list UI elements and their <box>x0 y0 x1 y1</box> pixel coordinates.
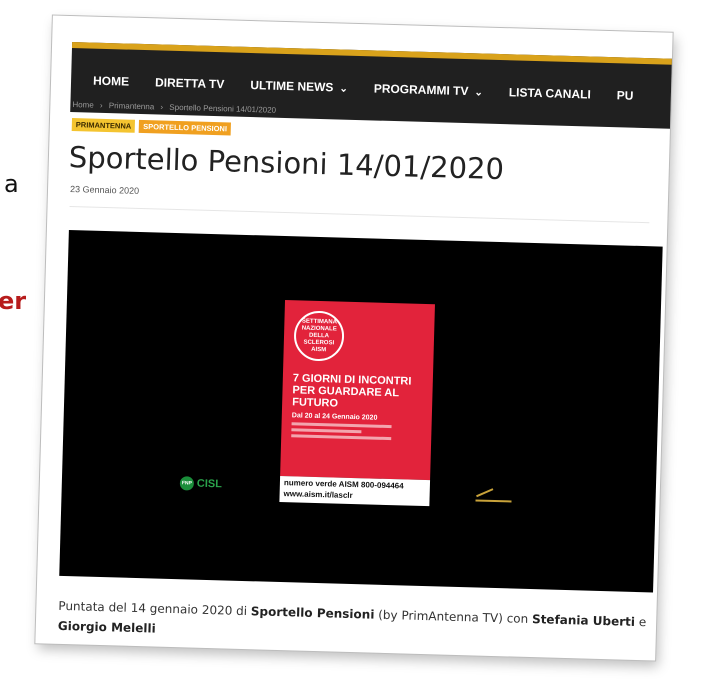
nav-programmi-tv[interactable]: PROGRAMMI TV ⌄ <box>374 81 483 98</box>
divider <box>69 206 650 224</box>
poster-text-line <box>291 428 362 434</box>
caption-text: (by PrimAntenna TV) con <box>374 607 533 627</box>
breadcrumb-home[interactable]: Home <box>72 100 94 110</box>
breadcrumb-separator: › <box>99 100 103 110</box>
article-caption: Puntata del 14 gennaio 2020 di Sportello… <box>58 596 649 652</box>
nav-lista-canali-label: LISTA CANALI <box>508 85 591 102</box>
nav-home[interactable]: HOME <box>93 74 129 89</box>
edge-text-fragment: a <box>4 170 19 198</box>
page-title: Sportello Pensioni 14/01/2020 <box>68 139 505 187</box>
nav-ultime-news-label: ULTIME NEWS <box>250 78 334 95</box>
cisl-logo: FNP CISL <box>179 476 223 491</box>
poster-badge-line: DELLA SCLEROSI <box>303 332 335 346</box>
caption-program-name: Sportello Pensioni <box>250 604 375 622</box>
poster-url: www.aism.it/lasclr <box>283 489 353 501</box>
category-tag-primantenna[interactable]: PRIMANTENNA <box>71 118 136 133</box>
chevron-down-icon: ⌄ <box>339 83 348 95</box>
nav-home-label: HOME <box>92 73 130 89</box>
category-tags: PRIMANTENNA SPORTELLO PENSIONI <box>71 118 232 136</box>
caption-host-name: Giorgio Melelli <box>57 618 156 636</box>
nav-diretta-tv[interactable]: DIRETTA TV <box>155 75 225 91</box>
breadcrumb-separator: › <box>160 102 164 112</box>
edge-text-fragment-red: er <box>0 287 27 315</box>
nav-item-truncated[interactable]: PU <box>617 88 634 102</box>
poster-badge-line: AISM <box>311 346 327 353</box>
nav-programmi-tv-label: PROGRAMMI TV <box>373 81 469 99</box>
caption-host-name: Stefania Uberti <box>531 612 636 629</box>
publish-date: 23 Gennaio 2020 <box>69 184 140 196</box>
chevron-down-icon: ⌄ <box>474 87 483 99</box>
category-tag-sportello-pensioni[interactable]: SPORTELLO PENSIONI <box>139 119 232 136</box>
cisl-logo-text: CISL <box>196 477 223 491</box>
main-navigation: HOME DIRETTA TV ULTIME NEWS ⌄ PROGRAMMI T… <box>70 42 673 130</box>
video-frame-poster: SETTIMANA NAZIONALE DELLA SCLEROSI AISM … <box>280 300 435 481</box>
poster-text-line <box>291 422 392 429</box>
nav-lista-canali[interactable]: LISTA CANALI <box>509 85 591 101</box>
caption-text: e <box>634 614 647 630</box>
nav-item-truncated-label: PU <box>616 88 634 103</box>
poster-badge: SETTIMANA NAZIONALE DELLA SCLEROSI AISM <box>293 310 345 362</box>
broadcaster-logo-icon <box>475 489 512 503</box>
poster-headline-line: PER GUARDARE AL FUTURO <box>292 384 399 410</box>
caption-text: Puntata del 14 gennaio 2020 di <box>58 598 252 619</box>
video-player[interactable]: SETTIMANA NAZIONALE DELLA SCLEROSI AISM … <box>59 229 663 593</box>
breadcrumb-section[interactable]: Primantenna <box>109 101 155 111</box>
fnp-logo-icon: FNP <box>179 476 195 491</box>
poster-headline: 7 GIORNI DI INCONTRI PER GUARDARE AL FUT… <box>292 372 423 412</box>
nav-diretta-tv-label: DIRETTA TV <box>154 75 225 92</box>
poster-dates: Dal 20 al 24 Gennaio 2020 <box>291 412 378 422</box>
poster-info-strip: numero verde AISM 800-094464 www.aism.it… <box>279 475 431 507</box>
nav-ultime-news[interactable]: ULTIME NEWS ⌄ <box>250 78 348 95</box>
article-screenshot-card: HOME DIRETTA TV ULTIME NEWS ⌄ PROGRAMMI T… <box>35 15 673 661</box>
poster-text-line <box>291 434 392 441</box>
